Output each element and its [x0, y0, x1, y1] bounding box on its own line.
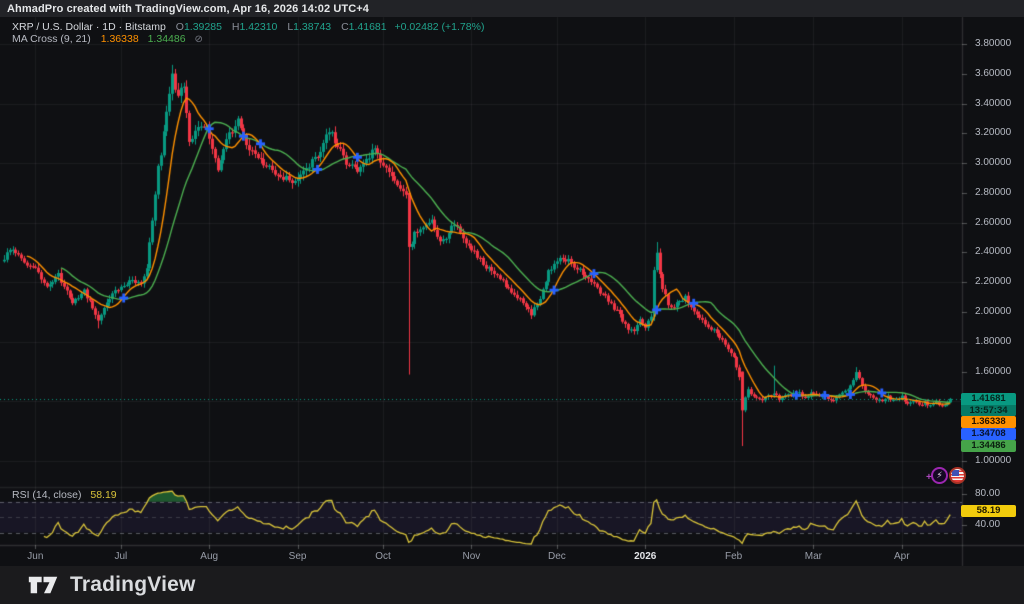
high-value: 1.42310 — [239, 21, 277, 33]
us-flag-events-button[interactable] — [949, 467, 966, 484]
price-axis-label: 3.00000 — [975, 157, 1024, 168]
rsi-axis-label: 80.00 — [975, 488, 1024, 499]
ma-fast-value: 1.36338 — [101, 33, 139, 45]
price-axis-label: 1.00000 — [975, 455, 1024, 466]
price-axis-label: 3.80000 — [975, 38, 1024, 49]
attribution-bar: AhmadPro created with TradingView.com, A… — [0, 0, 1024, 17]
time-axis-label-Jul: Jul — [114, 551, 127, 562]
rsi-axis-label: 40.00 — [975, 519, 1024, 530]
time-axis-label-2026: 2026 — [634, 551, 656, 562]
time-axis-label-Jun: Jun — [27, 551, 43, 562]
price-badge-last: 1.4168113:57:34 — [961, 393, 1016, 416]
time-axis-label-Dec: Dec — [548, 551, 566, 562]
tradingview-chart-screenshot: AhmadPro created with TradingView.com, A… — [0, 0, 1024, 604]
time-axis-label-Mar: Mar — [805, 551, 822, 562]
price-badge: 1.36338 — [961, 416, 1016, 428]
tradingview-brand: TradingView — [70, 573, 196, 597]
price-axis-label: 2.60000 — [975, 217, 1024, 228]
attribution-text: AhmadPro created with TradingView.com, A… — [7, 3, 369, 15]
tradingview-logo-icon — [27, 572, 60, 598]
time-axis-label-Nov: Nov — [462, 551, 480, 562]
close-key: C — [341, 21, 349, 33]
price-axis-label: 1.80000 — [975, 336, 1024, 347]
countdown-timer: 13:57:34 — [961, 405, 1016, 416]
ma-slow-value: 1.34486 — [148, 33, 186, 45]
time-axis-label-Apr: Apr — [894, 551, 910, 562]
flag-canton — [952, 470, 959, 476]
price-axis-label: 2.40000 — [975, 246, 1024, 257]
plus-icon: + — [926, 472, 932, 483]
open-value: 1.39285 — [184, 21, 222, 33]
price-axis-label: 3.20000 — [975, 127, 1024, 138]
open-key: O — [176, 21, 184, 33]
price-axis-label: 3.40000 — [975, 98, 1024, 109]
price-badge: 1.34486 — [961, 440, 1016, 452]
rsi-value: 58.19 — [90, 489, 116, 501]
rsi-legend[interactable]: RSI (14, close) 58.19 — [12, 489, 117, 501]
time-axis-label-Aug: Aug — [200, 551, 218, 562]
chart-canvas[interactable] — [0, 0, 1024, 604]
footer: TradingView — [0, 566, 1024, 604]
rsi-title[interactable]: RSI (14, close) — [12, 489, 81, 501]
lightning-events-button[interactable]: + ⚡ — [931, 467, 948, 484]
symbol-title[interactable]: XRP / U.S. Dollar · 1D · Bitstamp — [12, 21, 166, 33]
ma-cross-title[interactable]: MA Cross (9, 21) — [12, 33, 91, 45]
time-axis-label-Feb: Feb — [725, 551, 742, 562]
close-value: 1.41681 — [349, 21, 387, 33]
ma-cross-row[interactable]: MA Cross (9, 21) 1.36338 1.34486 ⊘ — [12, 33, 484, 45]
rsi-value-badge: 58.19 — [961, 505, 1016, 517]
price-axis-label: 2.80000 — [975, 187, 1024, 198]
price-axis-label: 2.20000 — [975, 276, 1024, 287]
hidden-values-icon[interactable]: ⊘ — [194, 34, 202, 45]
price-axis-label: 3.60000 — [975, 68, 1024, 79]
symbol-row[interactable]: XRP / U.S. Dollar · 1D · Bitstamp O1.392… — [12, 21, 484, 33]
low-value: 1.38743 — [293, 21, 331, 33]
price-axis-label: 2.00000 — [975, 306, 1024, 317]
price-axis-label: 1.60000 — [975, 366, 1024, 377]
symbol-legend[interactable]: XRP / U.S. Dollar · 1D · Bitstamp O1.392… — [12, 21, 484, 45]
price-badge: 1.34708 — [961, 428, 1016, 440]
change-value: +0.02482 (+1.78%) — [395, 21, 485, 33]
time-axis-label-Sep: Sep — [289, 551, 307, 562]
time-axis-label-Oct: Oct — [375, 551, 391, 562]
lightning-icon: ⚡ — [936, 471, 942, 480]
